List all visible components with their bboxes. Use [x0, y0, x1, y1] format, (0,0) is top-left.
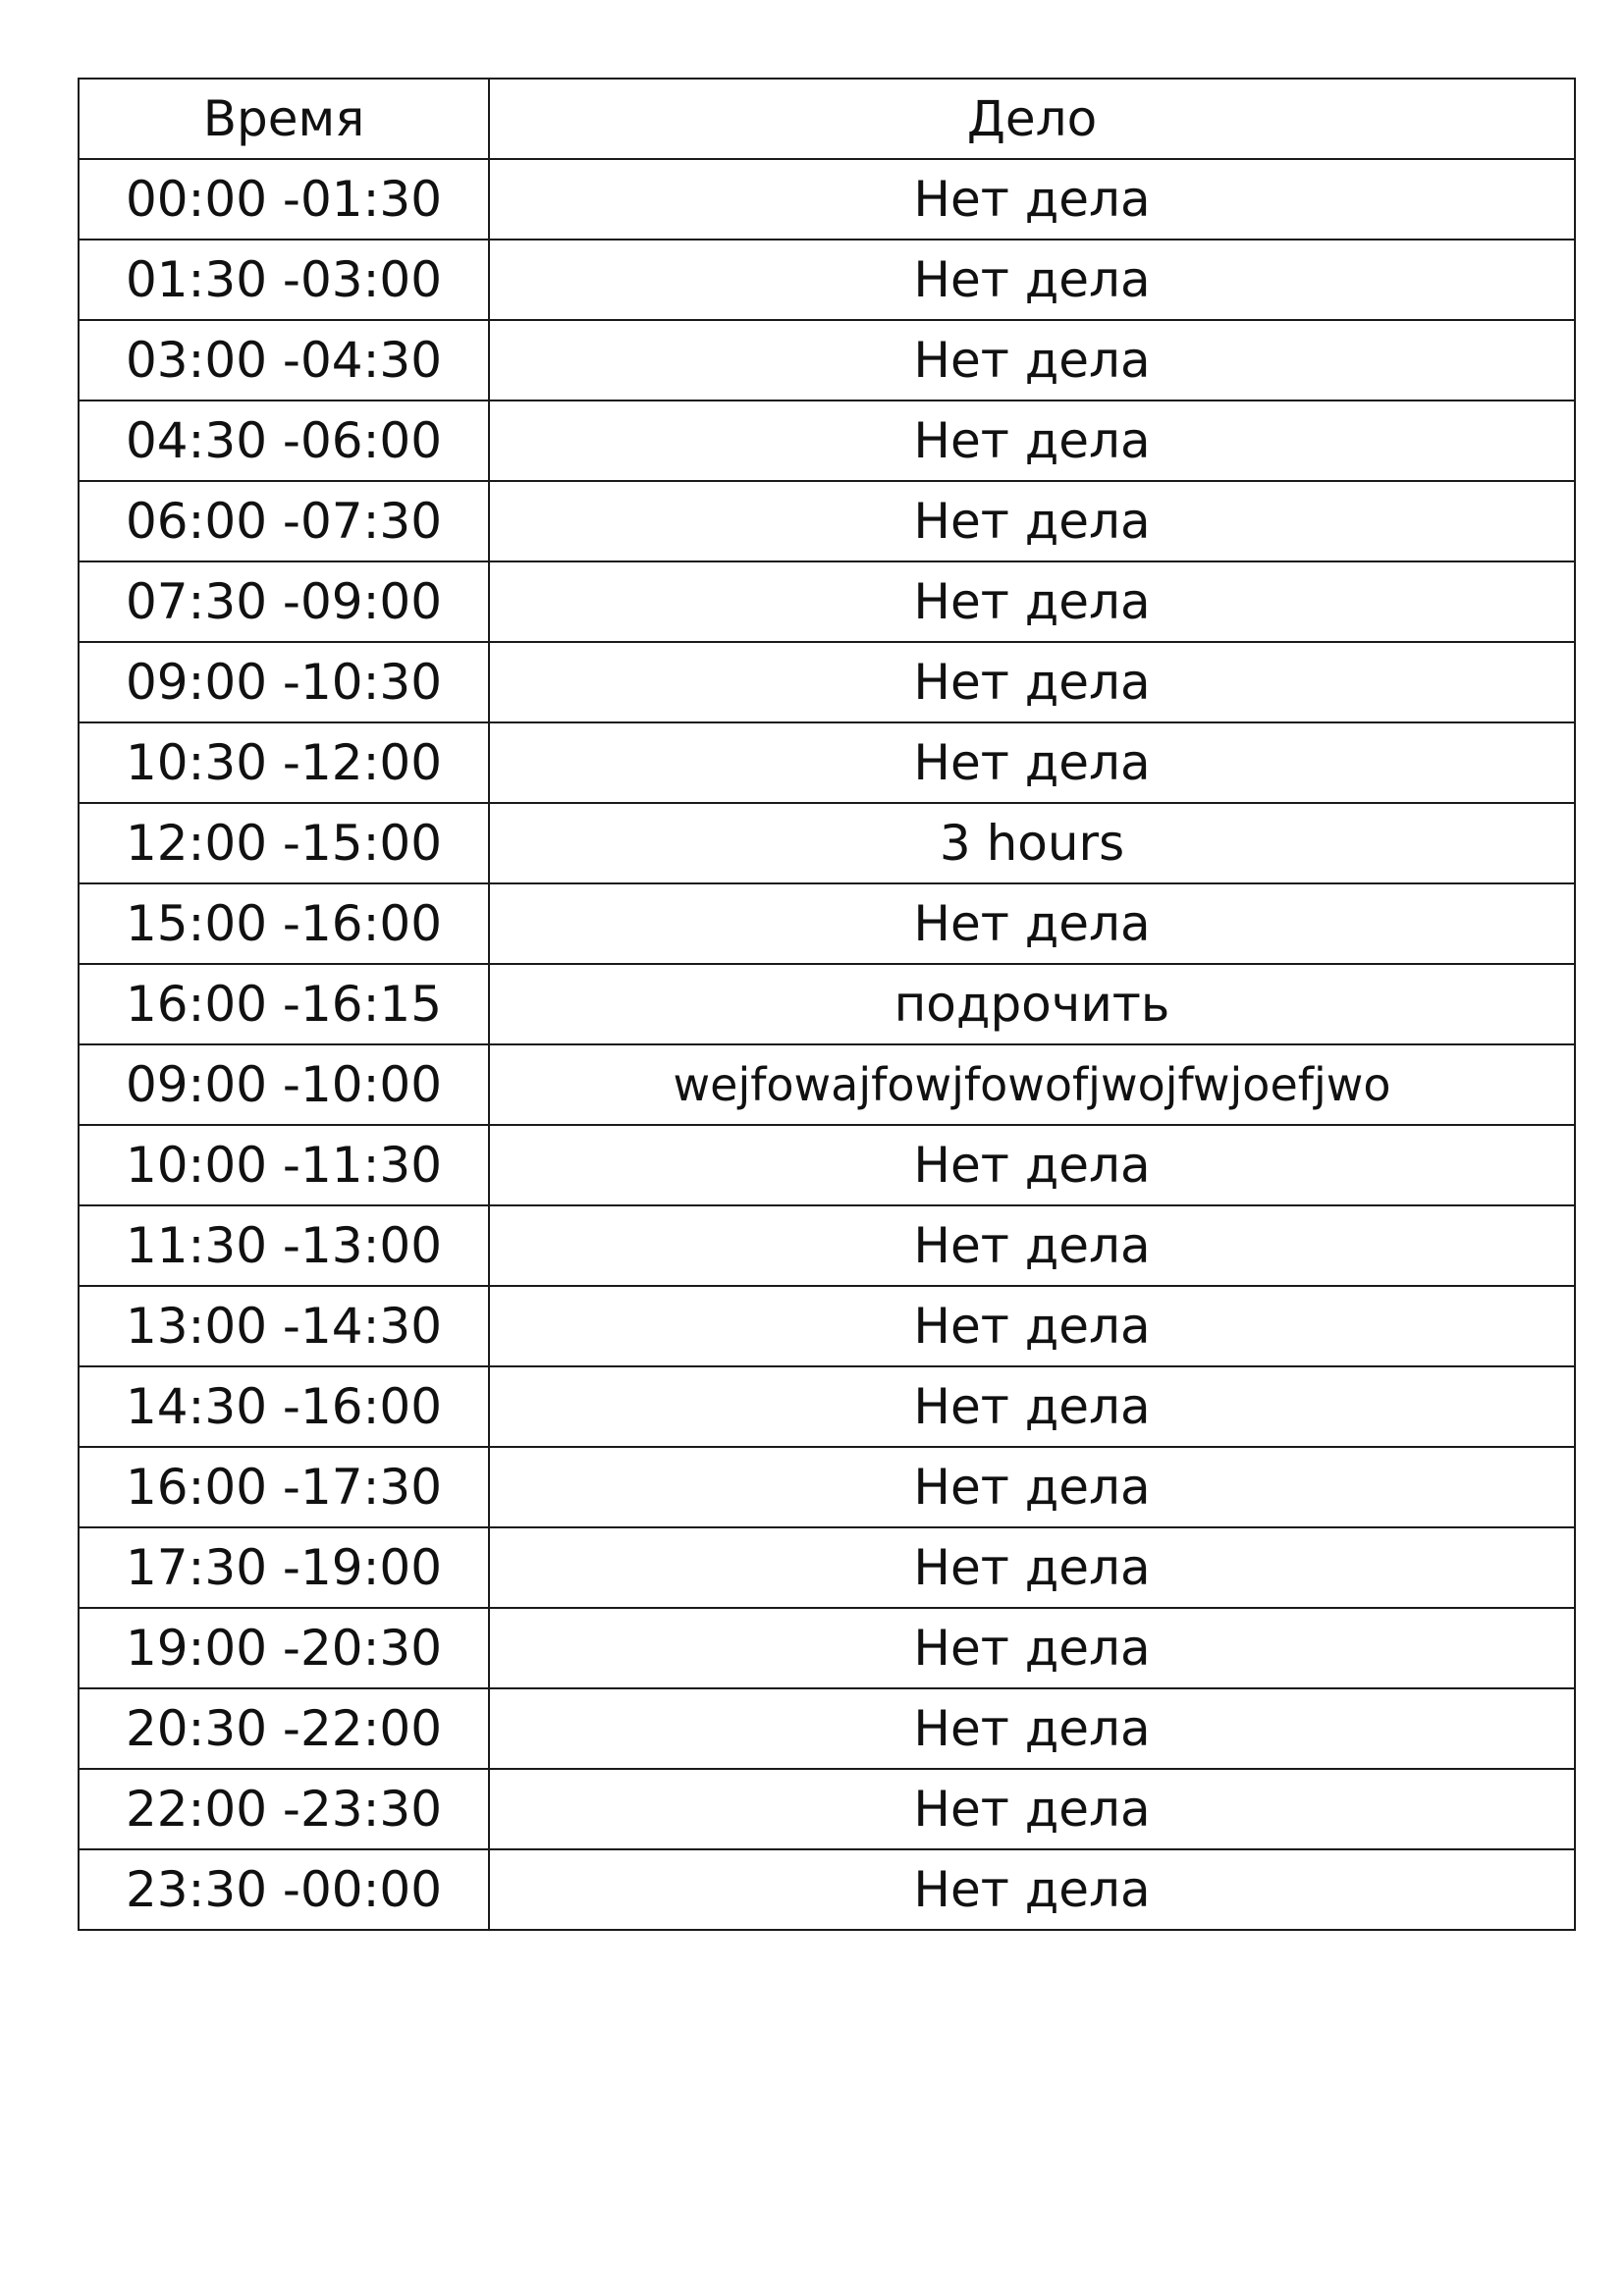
time-cell: 12:00 -15:00 [78, 802, 490, 884]
table-row: 22:00 -23:30 Нет дела [78, 1768, 1576, 1850]
table-row: 10:30 -12:00 Нет дела [78, 721, 1576, 804]
table-row: 00:00 -01:30 Нет дела [78, 158, 1576, 240]
task-cell: Нет дела [488, 882, 1576, 965]
table-row: 09:00 -10:30 Нет дела [78, 641, 1576, 723]
time-cell: 07:30 -09:00 [78, 561, 490, 643]
task-cell: Нет дела [488, 721, 1576, 804]
time-cell: 13:00 -14:30 [78, 1285, 490, 1367]
time-cell: 17:30 -19:00 [78, 1526, 490, 1609]
table-row: 06:00 -07:30 Нет дела [78, 480, 1576, 562]
table-body: 00:00 -01:30 Нет дела 01:30 -03:00 Нет д… [78, 158, 1576, 1931]
table-row: 16:00 -16:15 подрочить [78, 963, 1576, 1045]
time-cell: 16:00 -16:15 [78, 963, 490, 1045]
table-row: 20:30 -22:00 Нет дела [78, 1687, 1576, 1770]
time-cell: 09:00 -10:30 [78, 641, 490, 723]
table-row: 11:30 -13:00 Нет дела [78, 1204, 1576, 1287]
task-cell: Нет дела [488, 1687, 1576, 1770]
task-cell: Нет дела [488, 641, 1576, 723]
task-cell: Нет дела [488, 319, 1576, 401]
table-row: 14:30 -16:00 Нет дела [78, 1365, 1576, 1448]
table-row: 12:00 -15:00 3 hours [78, 802, 1576, 884]
task-cell: Нет дела [488, 1365, 1576, 1448]
time-cell: 11:30 -13:00 [78, 1204, 490, 1287]
column-header-time: Время [78, 78, 490, 160]
task-cell: Нет дела [488, 561, 1576, 643]
time-cell: 03:00 -04:30 [78, 319, 490, 401]
task-cell: Нет дела [488, 1204, 1576, 1287]
task-cell: Нет дела [488, 1768, 1576, 1850]
task-cell: Нет дела [488, 1848, 1576, 1931]
task-cell: Нет дела [488, 239, 1576, 321]
time-cell: 16:00 -17:30 [78, 1446, 490, 1528]
task-cell: Нет дела [488, 400, 1576, 482]
task-cell: Нет дела [488, 1607, 1576, 1689]
task-cell: Нет дела [488, 1124, 1576, 1206]
task-cell: Нет дела [488, 158, 1576, 240]
task-cell: Нет дела [488, 480, 1576, 562]
time-cell: 10:00 -11:30 [78, 1124, 490, 1206]
time-cell: 01:30 -03:00 [78, 239, 490, 321]
time-cell: 06:00 -07:30 [78, 480, 490, 562]
table-row: 09:00 -10:00 wejfowajfowjfowofjwojfwjoef… [78, 1043, 1576, 1126]
table-row: 19:00 -20:30 Нет дела [78, 1607, 1576, 1689]
column-header-task: Дело [488, 78, 1576, 160]
table-row: 23:30 -00:00 Нет дела [78, 1848, 1576, 1931]
time-cell: 00:00 -01:30 [78, 158, 490, 240]
time-cell: 09:00 -10:00 [78, 1043, 490, 1126]
task-cell: Нет дела [488, 1446, 1576, 1528]
table-row: 13:00 -14:30 Нет дела [78, 1285, 1576, 1367]
time-cell: 20:30 -22:00 [78, 1687, 490, 1770]
task-cell: подрочить [488, 963, 1576, 1045]
time-cell: 23:30 -00:00 [78, 1848, 490, 1931]
task-cell: Нет дела [488, 1526, 1576, 1609]
time-cell: 15:00 -16:00 [78, 882, 490, 965]
task-cell: 3 hours [488, 802, 1576, 884]
time-cell: 22:00 -23:30 [78, 1768, 490, 1850]
time-cell: 19:00 -20:30 [78, 1607, 490, 1689]
table-row: 03:00 -04:30 Нет дела [78, 319, 1576, 401]
schedule-table: Время Дело 00:00 -01:30 Нет дела 01:30 -… [78, 78, 1576, 1931]
time-cell: 14:30 -16:00 [78, 1365, 490, 1448]
table-row: 15:00 -16:00 Нет дела [78, 882, 1576, 965]
table-row: 01:30 -03:00 Нет дела [78, 239, 1576, 321]
time-cell: 10:30 -12:00 [78, 721, 490, 804]
table-row: 10:00 -11:30 Нет дела [78, 1124, 1576, 1206]
time-cell: 04:30 -06:00 [78, 400, 490, 482]
table-row: 07:30 -09:00 Нет дела [78, 561, 1576, 643]
task-cell: wejfowajfowjfowofjwojfwjoefjwo [488, 1043, 1576, 1126]
table-row: 16:00 -17:30 Нет дела [78, 1446, 1576, 1528]
table-row: 17:30 -19:00 Нет дела [78, 1526, 1576, 1609]
task-cell: Нет дела [488, 1285, 1576, 1367]
table-header-row: Время Дело [78, 78, 1576, 160]
table-row: 04:30 -06:00 Нет дела [78, 400, 1576, 482]
